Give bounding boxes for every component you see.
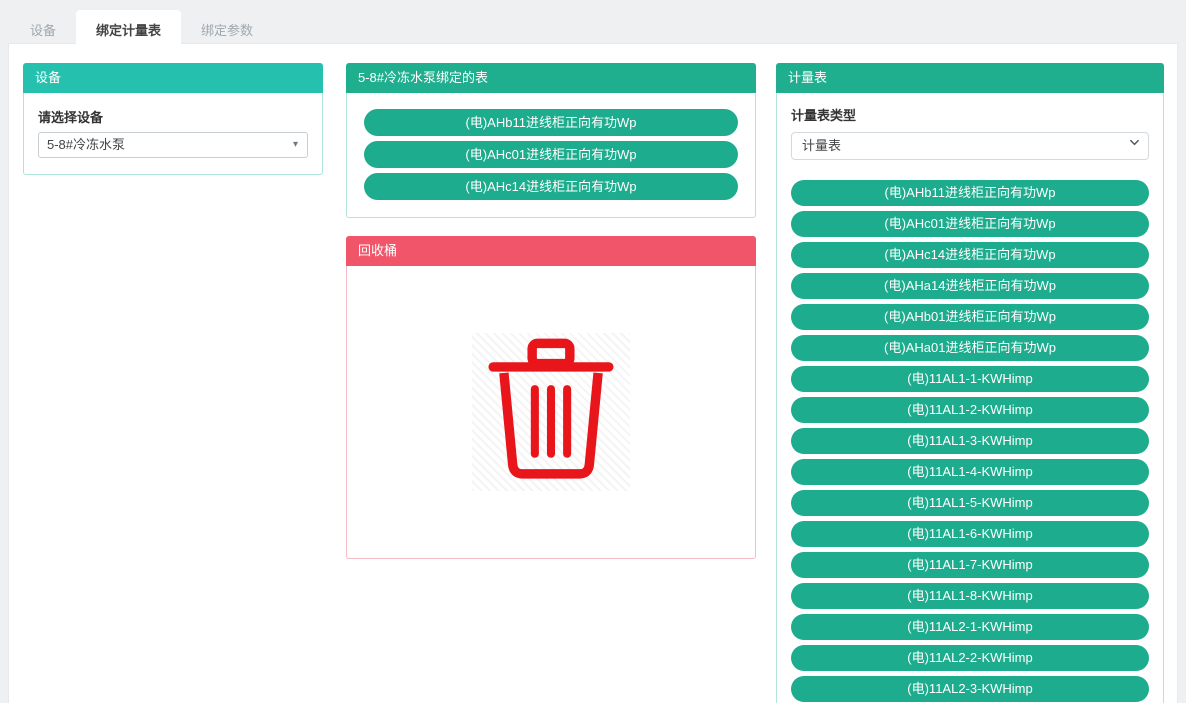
device-select[interactable]: 5-8#冷冻水泵 ▾ xyxy=(38,132,308,158)
device-select-value: 5-8#冷冻水泵 xyxy=(47,137,126,152)
meter-pill[interactable]: (电)11AL1-6-KWHimp xyxy=(791,521,1149,547)
meter-type-label: 计量表类型 xyxy=(791,108,857,123)
meter-pill[interactable]: (电)AHc01进线柜正向有功Wp xyxy=(791,211,1149,237)
meter-pill[interactable]: (电)11AL2-2-KWHimp xyxy=(791,645,1149,671)
device-select-label: 请选择设备 xyxy=(38,110,104,125)
tab-bind-params[interactable]: 绑定参数 xyxy=(181,10,273,44)
meter-pill[interactable]: (电)AHa14进线柜正向有功Wp xyxy=(791,273,1149,299)
meter-pill[interactable]: (电)11AL2-1-KWHimp xyxy=(791,614,1149,640)
caret-down-icon: ▾ xyxy=(292,139,298,150)
device-panel-title: 设备 xyxy=(23,63,323,93)
tab-bar: 设备 绑定计量表 绑定参数 xyxy=(10,10,273,44)
bound-meters-panel: 5-8#冷冻水泵绑定的表 (电)AHb11进线柜正向有功Wp (电)AHc01进… xyxy=(346,63,756,218)
tab-device[interactable]: 设备 xyxy=(10,10,76,44)
bound-meter-pill[interactable]: (电)AHb11进线柜正向有功Wp xyxy=(364,109,738,136)
meter-pill[interactable]: (电)11AL1-2-KWHimp xyxy=(791,397,1149,423)
meter-pill[interactable]: (电)11AL1-5-KWHimp xyxy=(791,490,1149,516)
recycle-drop-zone[interactable] xyxy=(472,333,630,491)
meter-type-select[interactable]: 计量表 xyxy=(791,132,1149,160)
tab-bind-meter[interactable]: 绑定计量表 xyxy=(76,10,182,44)
meters-panel: 计量表 计量表类型 计量表 (电)AHb11进线柜正向有功Wp (电)AHc01… xyxy=(776,63,1164,703)
bound-meter-pill[interactable]: (电)AHc01进线柜正向有功Wp xyxy=(364,141,738,168)
meter-pill[interactable]: (电)AHb11进线柜正向有功Wp xyxy=(791,180,1149,206)
meter-pill[interactable]: (电)11AL1-7-KWHimp xyxy=(791,552,1149,578)
meter-pill[interactable]: (电)11AL2-3-KWHimp xyxy=(791,676,1149,702)
meter-pill[interactable]: (电)11AL1-4-KWHimp xyxy=(791,459,1149,485)
meters-panel-title: 计量表 xyxy=(776,63,1164,93)
recycle-bin-panel: 回收桶 xyxy=(346,236,756,559)
chevron-down-icon xyxy=(1129,137,1139,146)
meter-pill[interactable]: (电)AHa01进线柜正向有功Wp xyxy=(791,335,1149,361)
bound-meter-pill[interactable]: (电)AHc14进线柜正向有功Wp xyxy=(364,173,738,200)
tab-content: 设备 请选择设备 5-8#冷冻水泵 ▾ 5-8#冷冻水泵绑定的表 (电)AHb1… xyxy=(8,43,1178,703)
meter-pill-list: (电)AHb11进线柜正向有功Wp (电)AHc01进线柜正向有功Wp (电)A… xyxy=(791,180,1149,703)
meter-pill[interactable]: (电)11AL1-1-KWHimp xyxy=(791,366,1149,392)
meter-pill[interactable]: (电)11AL1-8-KWHimp xyxy=(791,583,1149,609)
meter-type-value: 计量表 xyxy=(802,138,842,153)
device-panel: 设备 请选择设备 5-8#冷冻水泵 ▾ xyxy=(23,63,323,175)
meter-pill[interactable]: (电)AHc14进线柜正向有功Wp xyxy=(791,242,1149,268)
trash-icon xyxy=(482,338,620,486)
meter-pill[interactable]: (电)11AL1-3-KWHimp xyxy=(791,428,1149,454)
recycle-bin-title: 回收桶 xyxy=(346,236,756,266)
bound-meters-title: 5-8#冷冻水泵绑定的表 xyxy=(346,63,756,93)
meter-pill[interactable]: (电)AHb01进线柜正向有功Wp xyxy=(791,304,1149,330)
